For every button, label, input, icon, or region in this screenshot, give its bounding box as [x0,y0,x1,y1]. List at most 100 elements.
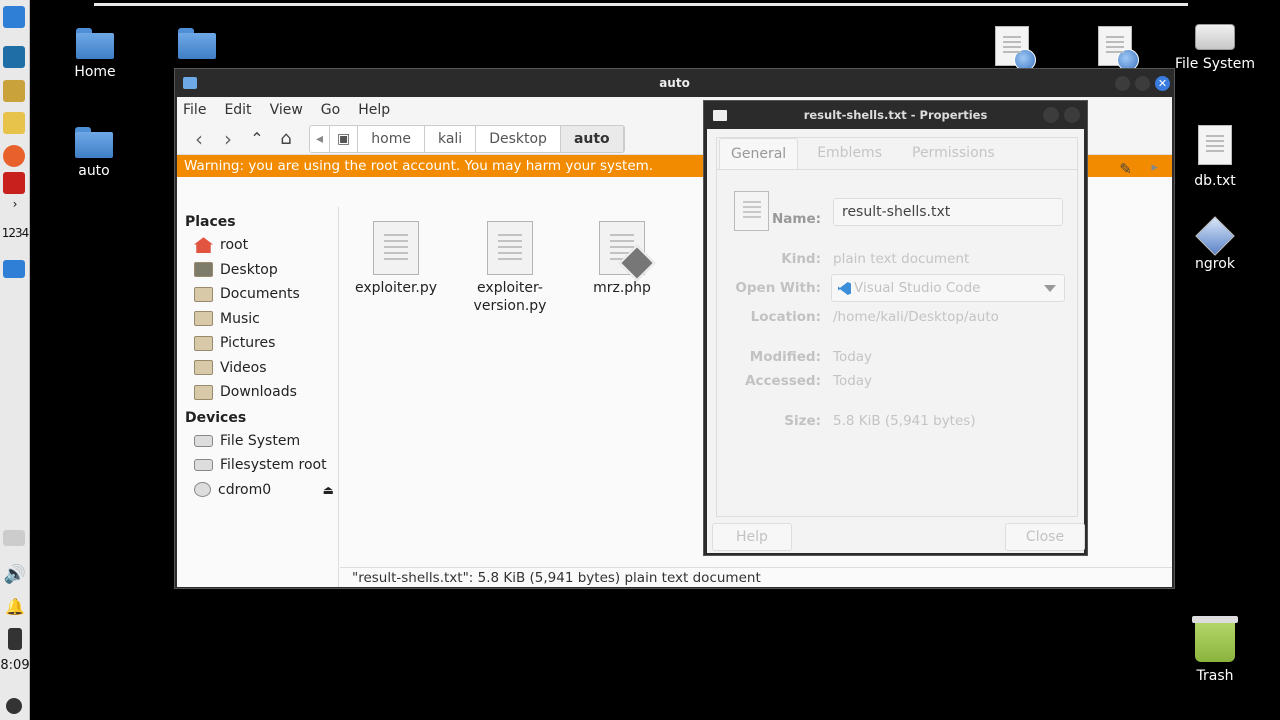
network-icon[interactable] [3,530,25,546]
modified-label: Modified: [749,349,821,365]
dialog-close-icon[interactable] [1064,107,1080,123]
sidebar-item-label: Filesystem root [220,457,327,474]
notification-bell-icon[interactable]: 🔔 [0,597,30,616]
sidebar-item-desktop[interactable]: Desktop [177,258,338,283]
firefox-icon[interactable] [3,145,25,167]
power-icon[interactable] [6,698,22,714]
sidebar-item-label: Desktop [220,261,278,278]
menu-go[interactable]: Go [321,102,340,118]
trash-icon [1192,616,1238,662]
file-item[interactable]: exploiter.py [346,221,446,297]
menu-edit[interactable]: Edit [224,102,251,118]
breadcrumb: ◂ ▣ home kali Desktop auto [309,124,625,153]
python-file-icon [373,221,419,275]
folder-icon [183,77,197,89]
name-field[interactable]: result-shells.txt [833,198,1063,226]
files-icon[interactable] [3,80,25,102]
home-icon[interactable]: ⌂ [274,127,298,151]
location-label: Location: [750,309,821,325]
open-with-select[interactable]: Visual Studio Code [831,274,1065,302]
dialog-minimize-button[interactable] [1043,107,1059,123]
file-name: mrz.php [593,280,651,296]
size-value: 5.8 KiB (5,941 bytes) [833,413,976,429]
text-editor-icon[interactable] [3,112,25,134]
close-window-button[interactable]: ✕ [1155,76,1170,91]
forward-icon[interactable]: › [216,127,240,151]
close-button[interactable]: Close [1005,523,1085,551]
breadcrumb-home[interactable]: home [358,125,425,152]
sidebar-item-label: root [220,237,249,254]
accessed-value: Today [833,373,873,389]
battery-icon[interactable] [8,628,22,650]
breadcrumb-left-arrow-icon[interactable]: ◂ [310,125,331,152]
clock[interactable]: 8:09 [0,658,30,673]
sidebar-item-cdrom0[interactable]: cdrom0 ⏏ [177,478,338,503]
sidebar-item-label: Videos [220,359,267,376]
sidebar-item-music[interactable]: Music [177,307,338,332]
breadcrumb-kali[interactable]: kali [425,125,477,152]
dialog-titlebar[interactable]: result-shells.txt - Properties [704,101,1087,129]
sidebar-item-root[interactable]: root [177,233,338,258]
top-edge-line [94,3,1188,6]
sidebar-item-file-system[interactable]: File System [177,429,338,454]
python-file-icon [487,221,533,275]
desktop-icon-folder[interactable] [152,28,242,64]
workspace-switcher[interactable]: 1234 [0,226,30,240]
drive-icon [194,459,213,472]
desktop-icon-db-txt[interactable]: db.txt [1170,125,1260,189]
sidebar-item-documents[interactable]: Documents [177,282,338,307]
modified-value: Today [833,349,873,365]
desktop-icon-html-file[interactable] [967,26,1057,71]
breadcrumb-desktop[interactable]: Desktop [476,125,561,152]
breadcrumb-auto[interactable]: auto [560,125,624,152]
window-button-icon[interactable] [3,260,25,278]
size-label: Size: [784,413,821,429]
file-item[interactable]: exploiter- version.py [460,221,560,315]
sidebar-item-downloads[interactable]: Downloads [177,380,338,405]
tab-permissions[interactable]: Permissions [901,138,1006,169]
help-button[interactable]: Help [712,523,792,551]
expand-arrow-icon[interactable]: › [0,197,30,211]
menu-view[interactable]: View [270,102,303,118]
breadcrumb-right-arrow-icon[interactable]: ▸ [1151,160,1158,175]
volume-icon[interactable]: 🔊 [0,564,30,585]
kali-menu-icon[interactable] [3,6,25,28]
videos-folder-icon [194,360,213,376]
up-icon[interactable]: ⌃ [245,127,269,151]
eject-icon[interactable]: ⏏ [323,483,334,497]
sidebar-item-label: Pictures [220,335,276,352]
sidebar-item-pictures[interactable]: Pictures [177,331,338,356]
sidebar-item-videos[interactable]: Videos [177,356,338,381]
window-title: auto [659,76,690,90]
tab-general[interactable]: General [719,138,799,169]
executable-icon [1195,216,1235,256]
desktop-icon-auto[interactable]: auto [49,127,139,179]
location-value: /home/kali/Desktop/auto [833,309,999,325]
desktop-icon-html-file-2[interactable] [1070,26,1160,71]
file-item[interactable]: mrz.php [572,221,672,297]
window-titlebar[interactable]: auto ✕ [175,69,1174,97]
sidebar-item-label: Documents [220,286,300,303]
maximize-button[interactable] [1135,76,1150,91]
minimize-button[interactable] [1115,76,1130,91]
terminal-icon[interactable] [3,46,25,68]
sidebar-item-filesystem-root[interactable]: Filesystem root [177,453,338,478]
sidebar-item-label: File System [220,432,301,449]
accessed-label: Accessed: [745,373,821,389]
sidebar-item-label: Music [220,310,260,327]
desktop-icon-label: auto [78,163,110,179]
desktop-icon-file-system[interactable]: File System [1170,24,1260,72]
menu-file[interactable]: File [183,102,206,118]
menu-help[interactable]: Help [358,102,390,118]
kali-tool-icon[interactable] [3,172,25,194]
tab-emblems[interactable]: Emblems [806,138,893,169]
root-location-icon[interactable]: ▣ [330,125,359,152]
desktop-icon-trash[interactable]: Trash [1170,616,1260,684]
back-icon[interactable]: ‹ [187,127,211,151]
desktop-icon-ngrok[interactable]: ngrok [1170,216,1260,272]
folder-icon [178,28,216,59]
left-panel: › 1234 🔊 🔔 8:09 [0,0,30,720]
desktop-icon-label: ngrok [1195,256,1235,272]
desktop-icon-home[interactable]: Home [50,28,140,80]
edit-path-icon[interactable]: ✎ [1119,160,1132,178]
